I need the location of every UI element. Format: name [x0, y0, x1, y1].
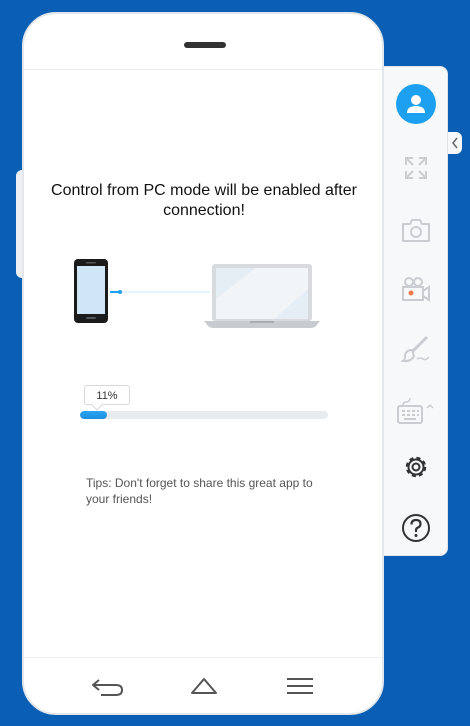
connection-illustration	[74, 259, 320, 328]
laptop-graphic	[204, 264, 320, 328]
chevron-left-icon	[452, 137, 458, 149]
back-icon	[92, 679, 124, 696]
camera-icon	[402, 219, 430, 242]
home-icon	[191, 678, 217, 694]
user-icon	[396, 84, 436, 124]
progress-fill	[80, 411, 108, 419]
screenshot-button[interactable]	[384, 208, 448, 252]
menu-button[interactable]	[278, 669, 322, 703]
help-icon	[402, 514, 430, 542]
record-button[interactable]	[384, 267, 448, 311]
keyboard-button[interactable]	[384, 389, 448, 433]
keyboard-icon	[397, 397, 434, 424]
home-button[interactable]	[182, 669, 226, 703]
top-divider	[24, 69, 382, 70]
fullscreen-icon	[405, 157, 427, 179]
menu-icon	[287, 678, 313, 694]
gear-icon	[405, 456, 427, 478]
video-record-icon	[402, 277, 430, 302]
progress-bar	[80, 411, 328, 419]
bottom-divider	[24, 657, 382, 658]
tips-text: Tips: Don't forget to share this great a…	[86, 476, 313, 506]
brush-icon	[401, 335, 430, 363]
speaker-bar	[184, 42, 226, 48]
phone-frame: Control from PC mode will be enabled aft…	[22, 12, 384, 715]
draw-button[interactable]	[384, 327, 448, 371]
settings-button[interactable]	[384, 445, 448, 489]
connection-message: Control from PC mode will be enabled aft…	[51, 182, 357, 219]
progress-percent-label: 11%	[84, 385, 130, 405]
account-button[interactable]	[384, 82, 448, 126]
collapse-toolbar-button[interactable]	[448, 132, 462, 154]
fullscreen-button[interactable]	[384, 146, 448, 190]
phone-graphic	[74, 259, 108, 323]
help-button[interactable]	[384, 506, 448, 550]
right-toolbar	[384, 66, 448, 556]
back-button[interactable]	[86, 669, 130, 703]
